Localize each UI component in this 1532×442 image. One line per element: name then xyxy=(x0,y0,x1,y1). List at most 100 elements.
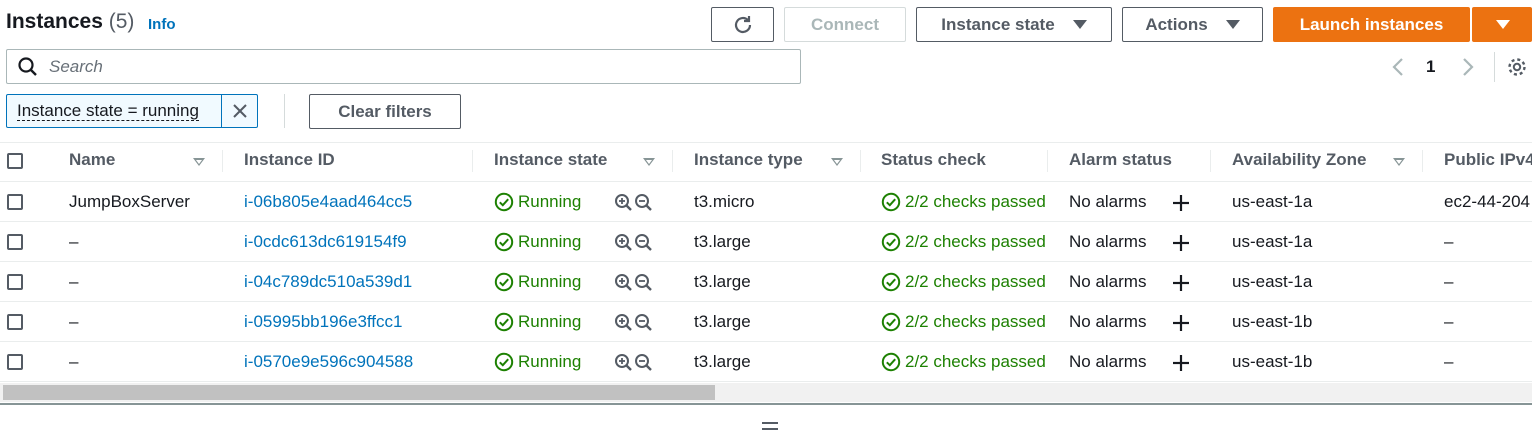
column-header-instance-type[interactable]: Instance type xyxy=(694,150,803,170)
zoom-out-icon xyxy=(635,314,652,331)
zoom-in-icon xyxy=(615,234,632,251)
remove-filter-button[interactable] xyxy=(221,95,257,127)
chevron-left-icon[interactable] xyxy=(1390,57,1406,77)
column-divider[interactable] xyxy=(1047,150,1048,172)
launch-instances-button[interactable]: Launch instances xyxy=(1273,7,1470,42)
table-row[interactable]: – i-04c789dc510a539d1 Running t3.large 2… xyxy=(0,262,1532,302)
column-header-name[interactable]: Name xyxy=(69,150,115,170)
row-checkbox[interactable] xyxy=(7,354,23,370)
add-alarm-icon[interactable] xyxy=(1171,273,1191,293)
column-header-alarm-status[interactable]: Alarm status xyxy=(1069,150,1172,170)
divider xyxy=(284,94,285,128)
launch-options-dropdown[interactable] xyxy=(1472,7,1532,42)
divider xyxy=(1494,52,1495,82)
row-checkbox[interactable] xyxy=(7,234,23,250)
table-row[interactable]: – i-0570e9e596c904588 Running t3.large 2… xyxy=(0,342,1532,382)
instance-id-link[interactable]: i-04c789dc510a539d1 xyxy=(244,272,412,292)
actions-dropdown[interactable]: Actions xyxy=(1122,7,1263,42)
zoom-in-icon xyxy=(615,354,632,371)
actions-label: Actions xyxy=(1145,14,1208,34)
add-alarm-icon[interactable] xyxy=(1171,353,1191,373)
gear-icon[interactable] xyxy=(1506,56,1528,78)
column-header-public-ipv4[interactable]: Public IPv4 xyxy=(1444,150,1532,170)
filter-token-label: Instance state = running xyxy=(17,100,199,121)
instance-state-text: Running xyxy=(518,312,582,331)
instance-id-link[interactable]: i-0570e9e596c904588 xyxy=(244,352,413,372)
public-ipv4-dns: – xyxy=(1444,352,1454,371)
public-ipv4-dns: – xyxy=(1444,232,1454,251)
zoom-out-icon xyxy=(635,234,652,251)
sort-caret-icon[interactable] xyxy=(831,158,843,166)
table-row[interactable]: – i-0cdc613dc619154f9 Running t3.large 2… xyxy=(0,222,1532,262)
success-check-icon xyxy=(494,232,514,252)
refresh-button[interactable] xyxy=(711,7,774,42)
table-row[interactable]: – i-05995bb196e3ffcc1 Running t3.large 2… xyxy=(0,302,1532,342)
availability-zone: us-east-1b xyxy=(1232,352,1313,371)
zoom-icons[interactable] xyxy=(614,273,654,293)
clear-filters-button[interactable]: Clear filters xyxy=(309,94,461,129)
zoom-icons[interactable] xyxy=(614,233,654,253)
column-divider[interactable] xyxy=(222,150,223,172)
add-alarm-icon[interactable] xyxy=(1171,233,1191,253)
column-header-instance-state[interactable]: Instance state xyxy=(494,150,607,170)
zoom-icons[interactable] xyxy=(614,313,654,333)
instance-id-link[interactable]: i-0cdc613dc619154f9 xyxy=(244,232,407,252)
status-check-cell: 2/2 checks passed xyxy=(881,272,1046,292)
instance-state-dropdown[interactable]: Instance state xyxy=(916,7,1112,42)
column-header-instance-id[interactable]: Instance ID xyxy=(244,150,335,170)
table-row[interactable]: JumpBoxServer i-06b805e4aad464cc5 Runnin… xyxy=(0,182,1532,222)
instance-type: t3.micro xyxy=(694,192,755,211)
status-check-cell: 2/2 checks passed xyxy=(881,232,1046,252)
page-number[interactable]: 1 xyxy=(1426,57,1435,77)
success-check-icon xyxy=(881,312,901,332)
zoom-icons[interactable] xyxy=(614,353,654,373)
search-bar[interactable] xyxy=(6,49,801,84)
search-input[interactable] xyxy=(49,56,789,77)
column-divider[interactable] xyxy=(860,150,861,172)
instance-state-cell: Running xyxy=(494,272,581,292)
page-title-text: Instances xyxy=(6,10,103,33)
connect-button[interactable]: Connect xyxy=(784,7,906,42)
sort-caret-icon[interactable] xyxy=(193,158,205,166)
instance-type: t3.large xyxy=(694,272,751,291)
public-ipv4-dns: – xyxy=(1444,312,1454,331)
instance-state-text: Running xyxy=(518,192,582,211)
sort-caret-icon[interactable] xyxy=(643,158,655,166)
column-divider[interactable] xyxy=(472,150,473,172)
add-alarm-icon[interactable] xyxy=(1171,313,1191,333)
filter-token[interactable]: Instance state = running xyxy=(6,94,258,128)
add-alarm-icon[interactable] xyxy=(1171,193,1191,213)
zoom-in-icon xyxy=(615,194,632,211)
column-divider[interactable] xyxy=(1210,150,1211,172)
instance-state-cell: Running xyxy=(494,352,581,372)
column-header-status-check[interactable]: Status check xyxy=(881,150,986,170)
chevron-right-icon[interactable] xyxy=(1460,57,1476,77)
public-ipv4-dns: – xyxy=(1444,272,1454,291)
split-panel-divider xyxy=(0,403,1532,405)
instance-id-link[interactable]: i-06b805e4aad464cc5 xyxy=(244,192,412,212)
success-check-icon xyxy=(494,192,514,212)
split-panel-drag-handle[interactable] xyxy=(762,422,778,434)
caret-down-icon xyxy=(1495,20,1510,29)
instance-name: – xyxy=(69,272,79,291)
row-checkbox[interactable] xyxy=(7,274,23,290)
column-header-availability-zone[interactable]: Availability Zone xyxy=(1232,150,1366,170)
row-checkbox[interactable] xyxy=(7,194,23,210)
zoom-out-icon xyxy=(635,194,652,211)
select-all-checkbox[interactable] xyxy=(7,153,23,169)
sort-caret-icon[interactable] xyxy=(1393,158,1405,166)
status-check-text: 2/2 checks passed xyxy=(905,272,1046,291)
status-check-text: 2/2 checks passed xyxy=(905,192,1046,211)
column-divider[interactable] xyxy=(672,150,673,172)
status-check-cell: 2/2 checks passed xyxy=(881,352,1046,372)
info-link[interactable]: Info xyxy=(148,16,176,33)
success-check-icon xyxy=(494,352,514,372)
instance-name: – xyxy=(69,312,79,331)
row-checkbox[interactable] xyxy=(7,314,23,330)
instance-id-link[interactable]: i-05995bb196e3ffcc1 xyxy=(244,312,403,332)
instance-state-text: Running xyxy=(518,352,582,371)
zoom-out-icon xyxy=(635,274,652,291)
column-divider[interactable] xyxy=(1422,150,1423,172)
scrollbar-thumb[interactable] xyxy=(3,385,715,400)
zoom-icons[interactable] xyxy=(614,193,654,213)
